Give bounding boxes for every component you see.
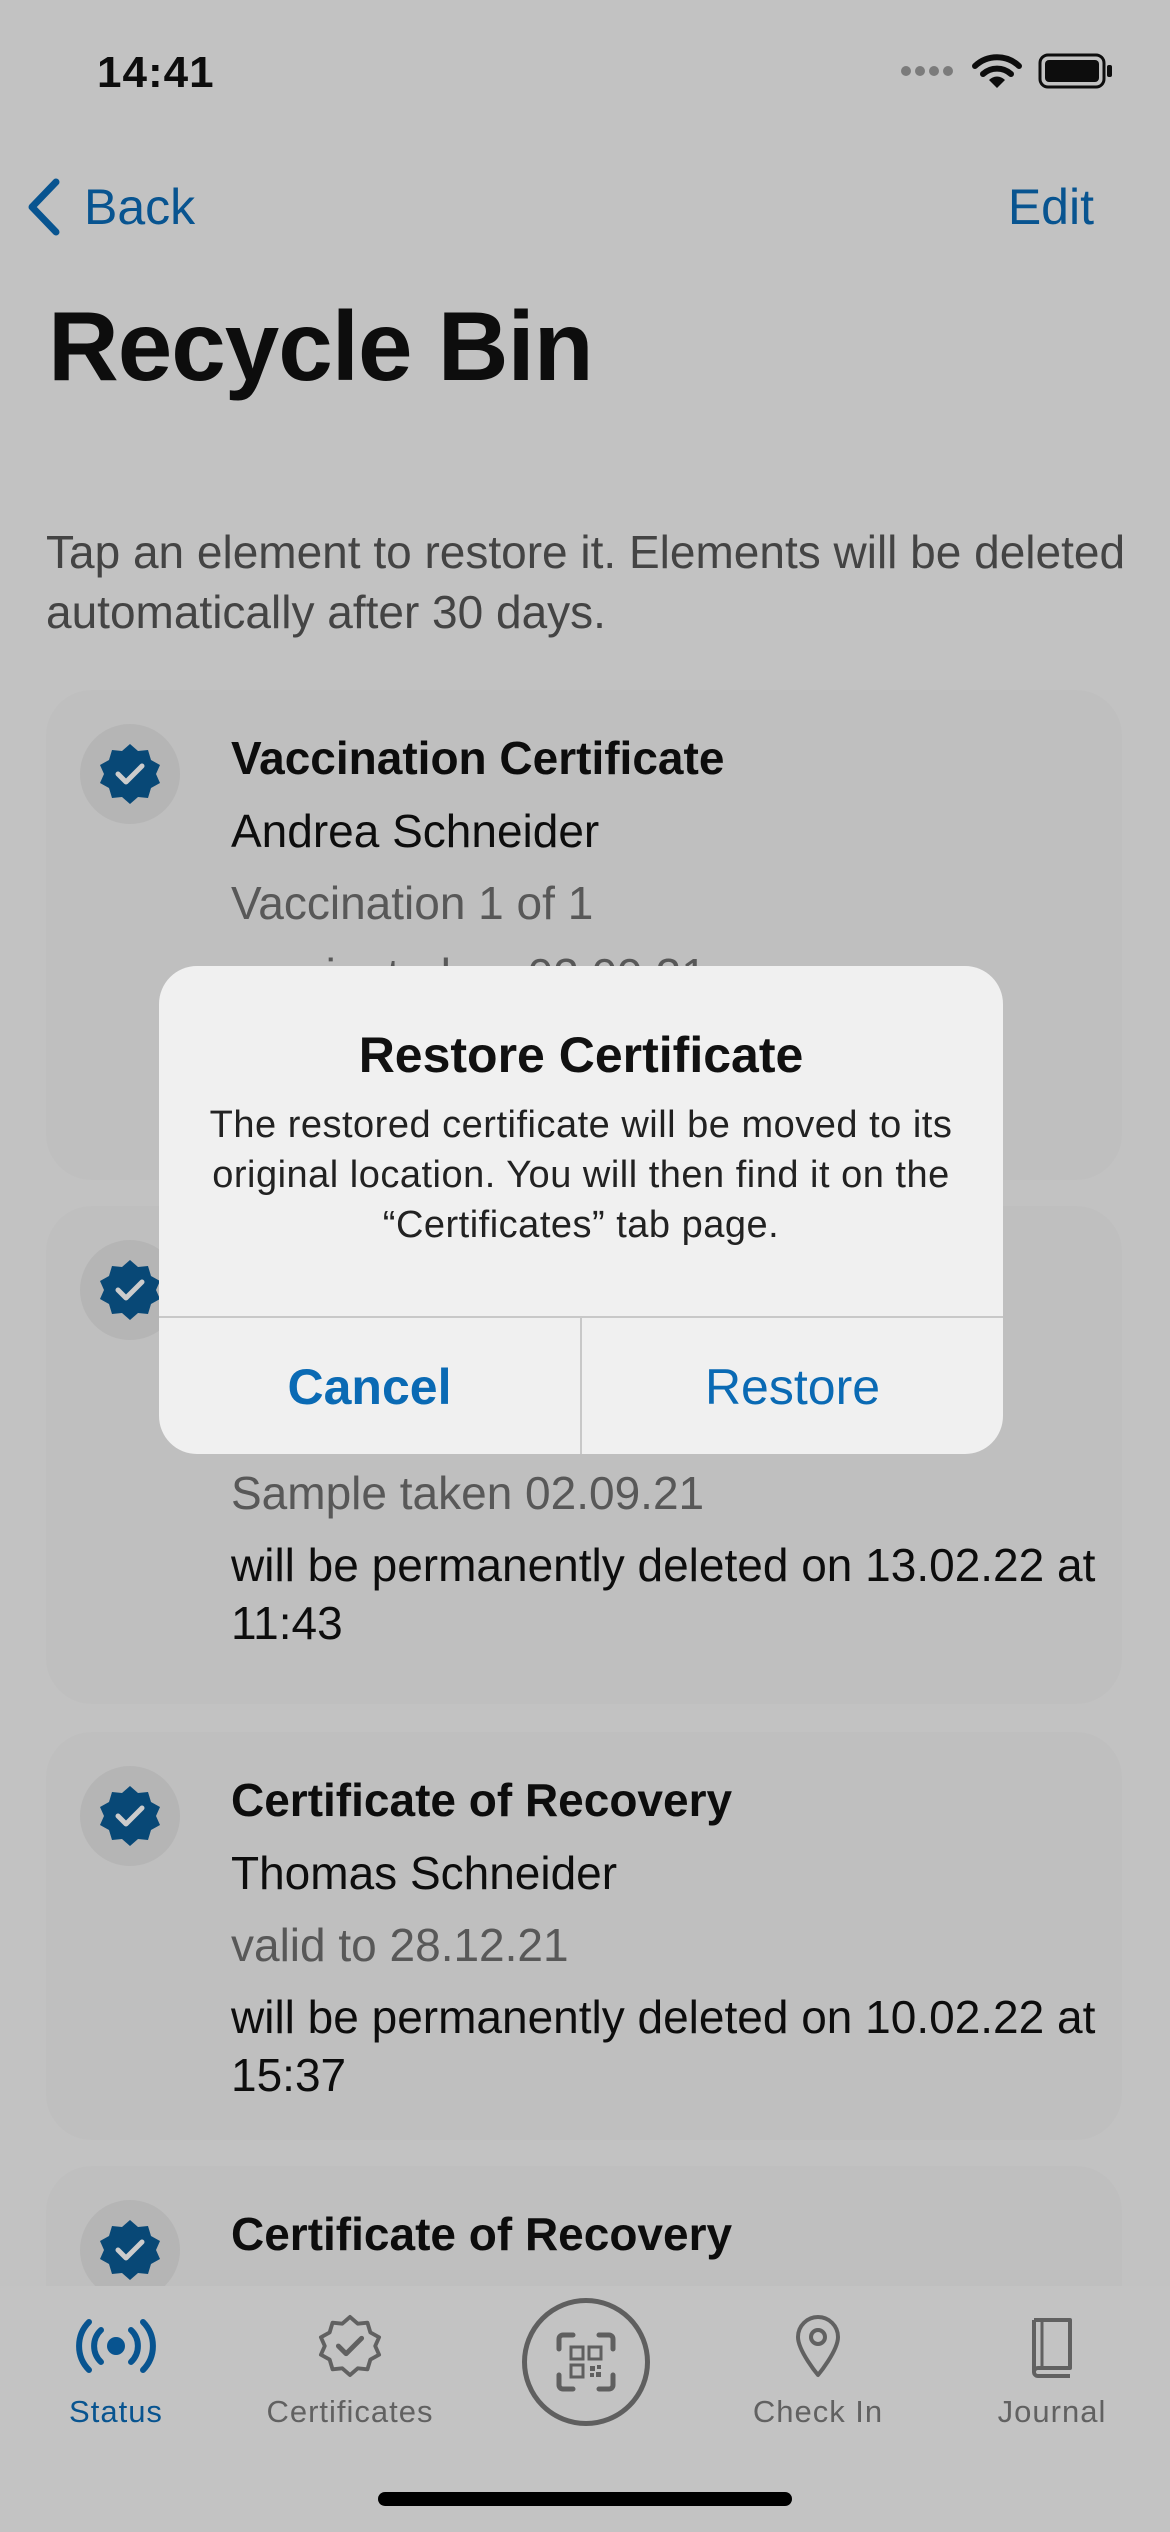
restore-button[interactable]: Restore (582, 1318, 1003, 1454)
home-indicator (378, 2492, 792, 2506)
dialog-title: Restore Certificate (358, 1027, 804, 1083)
cancel-button[interactable]: Cancel (159, 1318, 582, 1454)
dialog-message: The restored certificate will be moved t… (209, 1104, 953, 1246)
dialog-actions: Cancel Restore (159, 1316, 1003, 1454)
restore-dialog: Restore Certificate The restored certifi… (159, 966, 1003, 1454)
